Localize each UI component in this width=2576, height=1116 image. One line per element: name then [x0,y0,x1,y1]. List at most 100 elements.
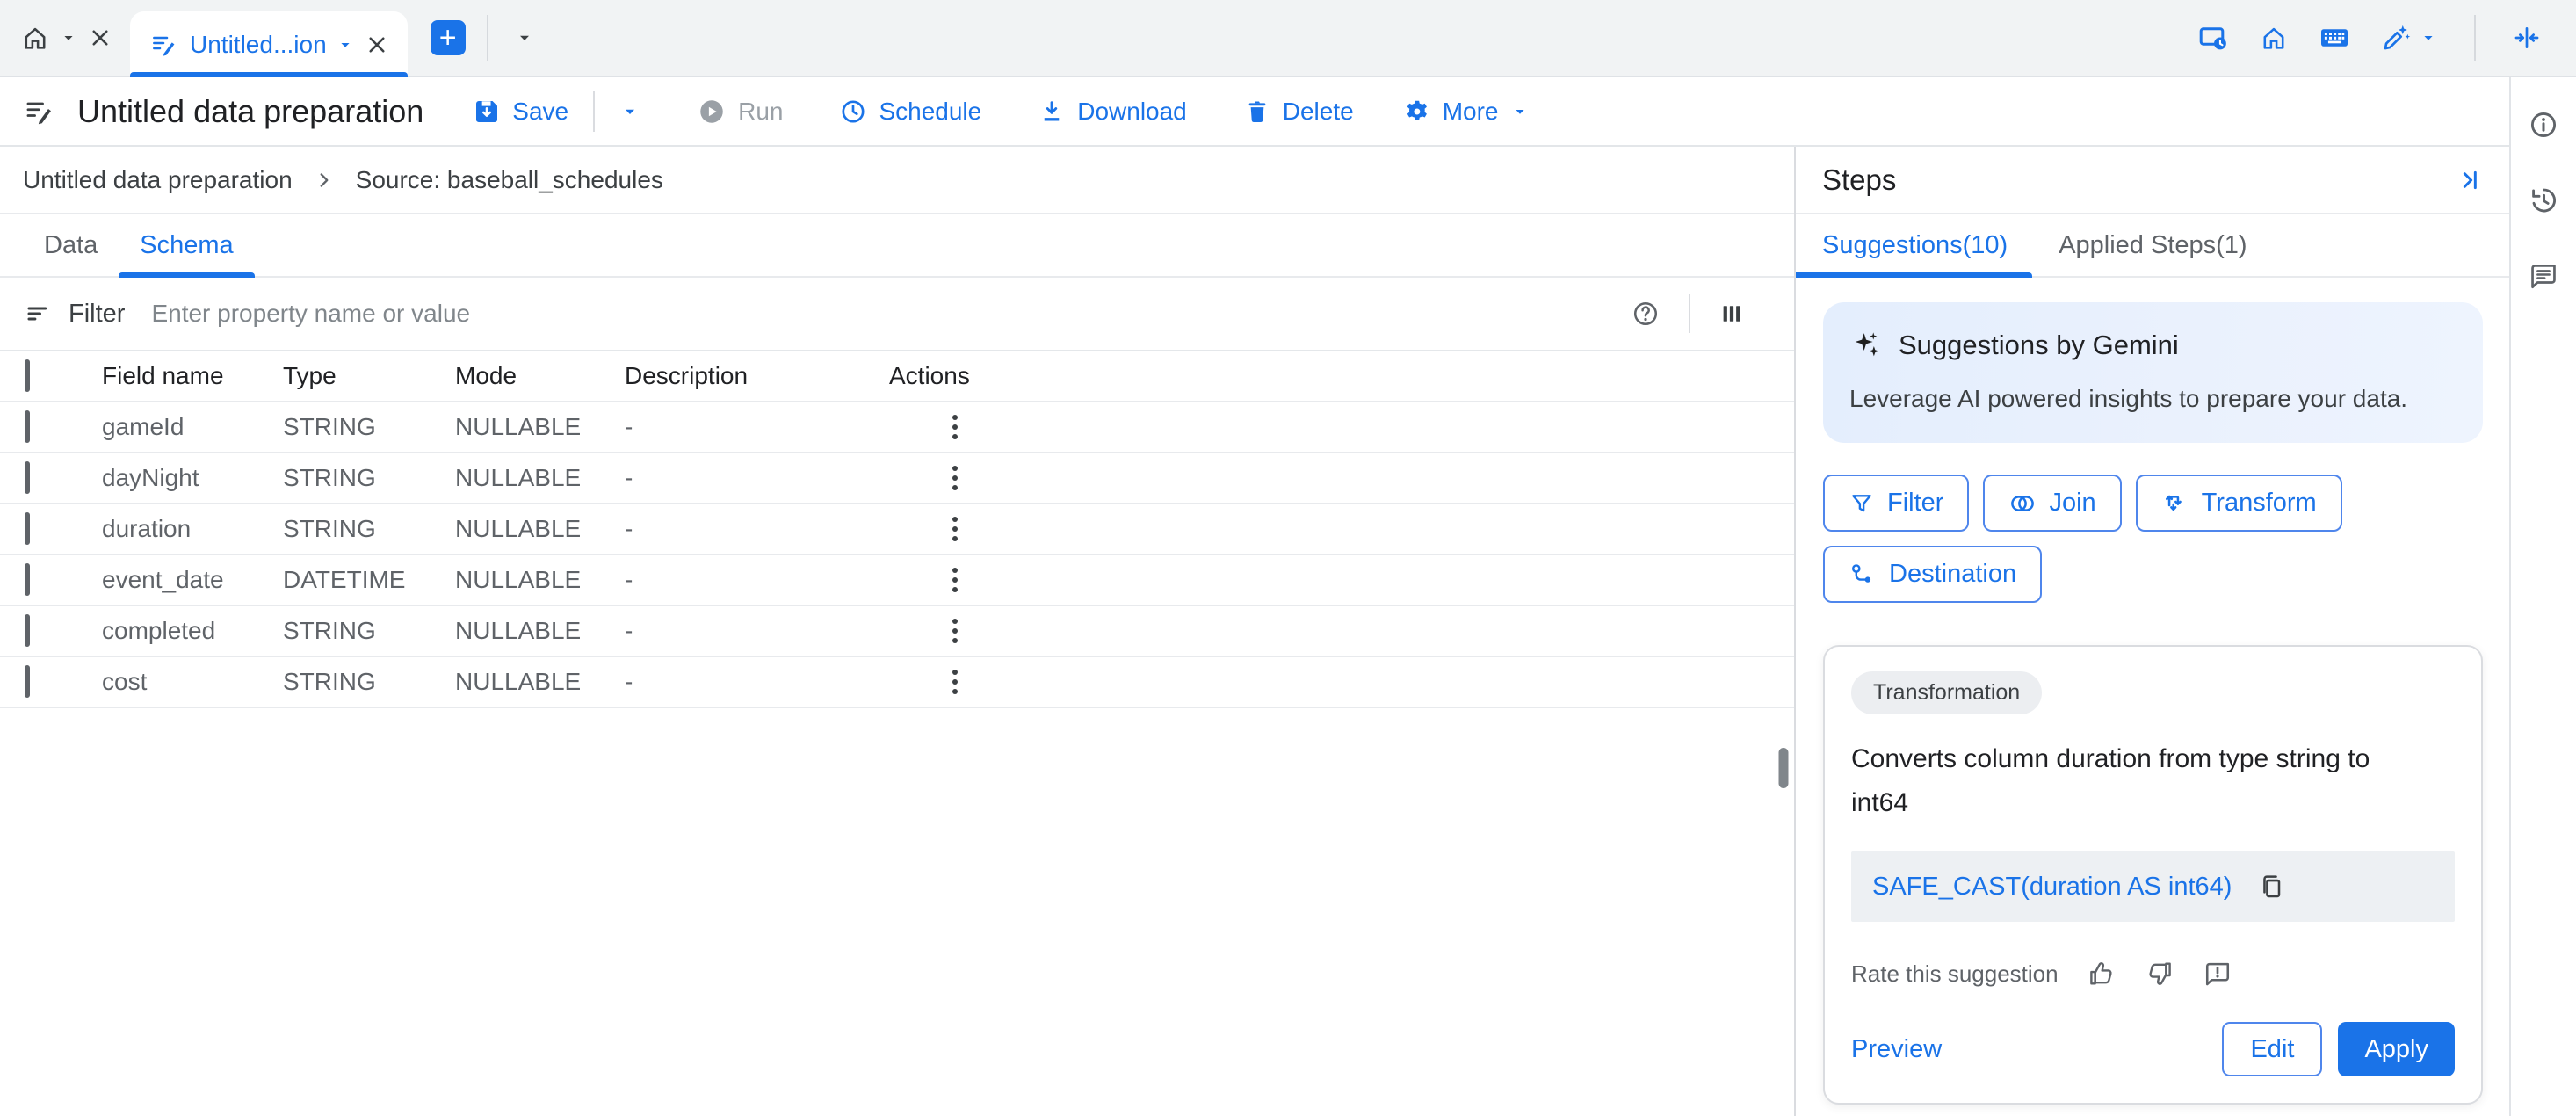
row-actions-menu-icon[interactable] [947,664,1065,699]
edit-button[interactable]: Edit [2222,1022,2322,1076]
history-icon[interactable] [2528,185,2559,216]
tab-data[interactable]: Data [23,214,119,276]
row-checkbox[interactable] [25,665,30,698]
row-actions-menu-icon[interactable] [947,409,1065,445]
cell-mode: NULLABLE [455,566,625,594]
gemini-banner: Suggestions by Gemini Leverage AI powere… [1823,302,2483,443]
cell-field-name: cost [102,668,283,696]
tab-untitled-data-preparation[interactable]: Untitled...ion [130,11,408,77]
cell-mode: NULLABLE [455,617,625,645]
home-tab-button[interactable] [20,23,50,53]
breadcrumb: Untitled data preparation Source: baseba… [0,147,1794,214]
home-tab-caret-icon[interactable] [59,28,78,47]
thumb-up-icon[interactable] [2087,959,2117,989]
select-all-checkbox[interactable] [25,359,30,392]
save-button[interactable]: Save [473,98,568,126]
suggestion-type-chip: Transformation [1851,671,2042,714]
cell-type: STRING [283,668,455,696]
view-tabs: Data Schema [0,214,1794,278]
page-title: Untitled data preparation [77,93,423,130]
row-checkbox[interactable] [25,512,30,545]
more-button[interactable]: More [1403,98,1530,126]
apply-button[interactable]: Apply [2338,1022,2455,1076]
new-tab-button[interactable]: + [431,20,466,55]
keyboard-icon[interactable] [2319,22,2350,54]
cell-mode: NULLABLE [455,668,625,696]
col-header-type: Type [283,362,455,390]
cell-field-name: gameId [102,413,283,441]
comment-icon[interactable] [2528,260,2559,292]
filter-action-button[interactable]: Filter [1823,475,1969,532]
feedback-icon[interactable] [2203,959,2232,989]
row-checkbox[interactable] [25,563,30,596]
top-tab-bar: Untitled...ion + [0,0,2576,77]
breadcrumb-root[interactable]: Untitled data preparation [23,166,293,194]
tab-list-caret-icon[interactable] [514,27,535,48]
transform-action-button[interactable]: Transform [2136,475,2342,532]
filter-bars-icon [25,301,51,327]
cell-field-name: event_date [102,566,283,594]
download-button[interactable]: Download [1038,98,1187,126]
suggestion-code-block: SAFE_CAST(duration AS int64) [1851,851,2455,922]
right-icon-strip [2509,77,2576,1116]
table-row: event_dateDATETIMENULLABLE- [0,555,1794,606]
gemini-assist-button[interactable] [2380,22,2438,54]
col-header-actions: Actions [889,362,1065,390]
preview-link[interactable]: Preview [1851,1035,1942,1064]
tabbar-right-divider [2474,15,2476,61]
row-checkbox[interactable] [25,461,30,494]
cell-description: - [625,668,889,696]
save-options-caret-icon[interactable] [619,101,640,122]
main-pane: Untitled data preparation Source: baseba… [0,147,1796,1116]
tab-schema[interactable]: Schema [119,214,254,276]
session-device-icon[interactable] [2197,22,2229,54]
schema-table-header: Field name Type Mode Description Actions [0,351,1794,402]
row-actions-menu-icon[interactable] [947,562,1065,598]
cell-mode: NULLABLE [455,413,625,441]
row-actions-menu-icon[interactable] [947,460,1065,496]
breadcrumb-current: Source: baseball_schedules [356,166,663,194]
dataprep-doc-icon [23,96,54,127]
copy-icon[interactable] [2258,873,2286,901]
collapse-ui-icon[interactable] [2512,23,2542,53]
cell-field-name: duration [102,515,283,543]
row-actions-menu-icon[interactable] [947,613,1065,649]
dataprep-icon [149,31,177,59]
tab-caret-icon[interactable] [336,35,355,54]
gemini-banner-title: Suggestions by Gemini [1899,330,2179,361]
thumb-down-icon[interactable] [2145,959,2174,989]
cell-type: STRING [283,617,455,645]
suggestion-code[interactable]: SAFE_CAST(duration AS int64) [1872,873,2232,902]
destination-action-button[interactable]: Destination [1823,546,2042,603]
delete-button[interactable]: Delete [1243,98,1354,126]
cell-type: STRING [283,515,455,543]
panel-resize-handle[interactable] [1779,748,1789,788]
filter-input[interactable] [151,300,1631,328]
columns-icon[interactable] [1719,301,1745,327]
tab-suggestions[interactable]: Suggestions(10) [1796,214,2032,276]
col-header-description: Description [625,362,889,390]
cell-field-name: completed [102,617,283,645]
tab-close-icon[interactable] [364,32,390,58]
join-action-button[interactable]: Join [1983,475,2121,532]
chevron-right-icon [312,168,336,192]
cell-mode: NULLABLE [455,464,625,492]
tab-applied-steps[interactable]: Applied Steps(1) [2032,214,2271,276]
info-icon[interactable] [2528,109,2559,141]
panel-collapse-icon[interactable] [2455,166,2483,194]
schedule-button[interactable]: Schedule [839,98,981,126]
cell-type: DATETIME [283,566,455,594]
home-icon[interactable] [2259,23,2289,53]
help-icon[interactable] [1631,299,1661,329]
cell-description: - [625,515,889,543]
suggestion-action-buttons: Filter Join Transform Destination [1823,475,2483,603]
rate-suggestion-row: Rate this suggestion [1851,959,2455,989]
row-checkbox[interactable] [25,614,30,647]
row-actions-menu-icon[interactable] [947,511,1065,547]
table-row: gameIdSTRINGNULLABLE- [0,402,1794,453]
tabbar-divider [487,15,488,61]
row-checkbox[interactable] [25,410,30,443]
cell-description: - [625,617,889,645]
run-button[interactable]: Run [697,97,783,127]
home-tab-close-icon[interactable] [87,25,113,51]
